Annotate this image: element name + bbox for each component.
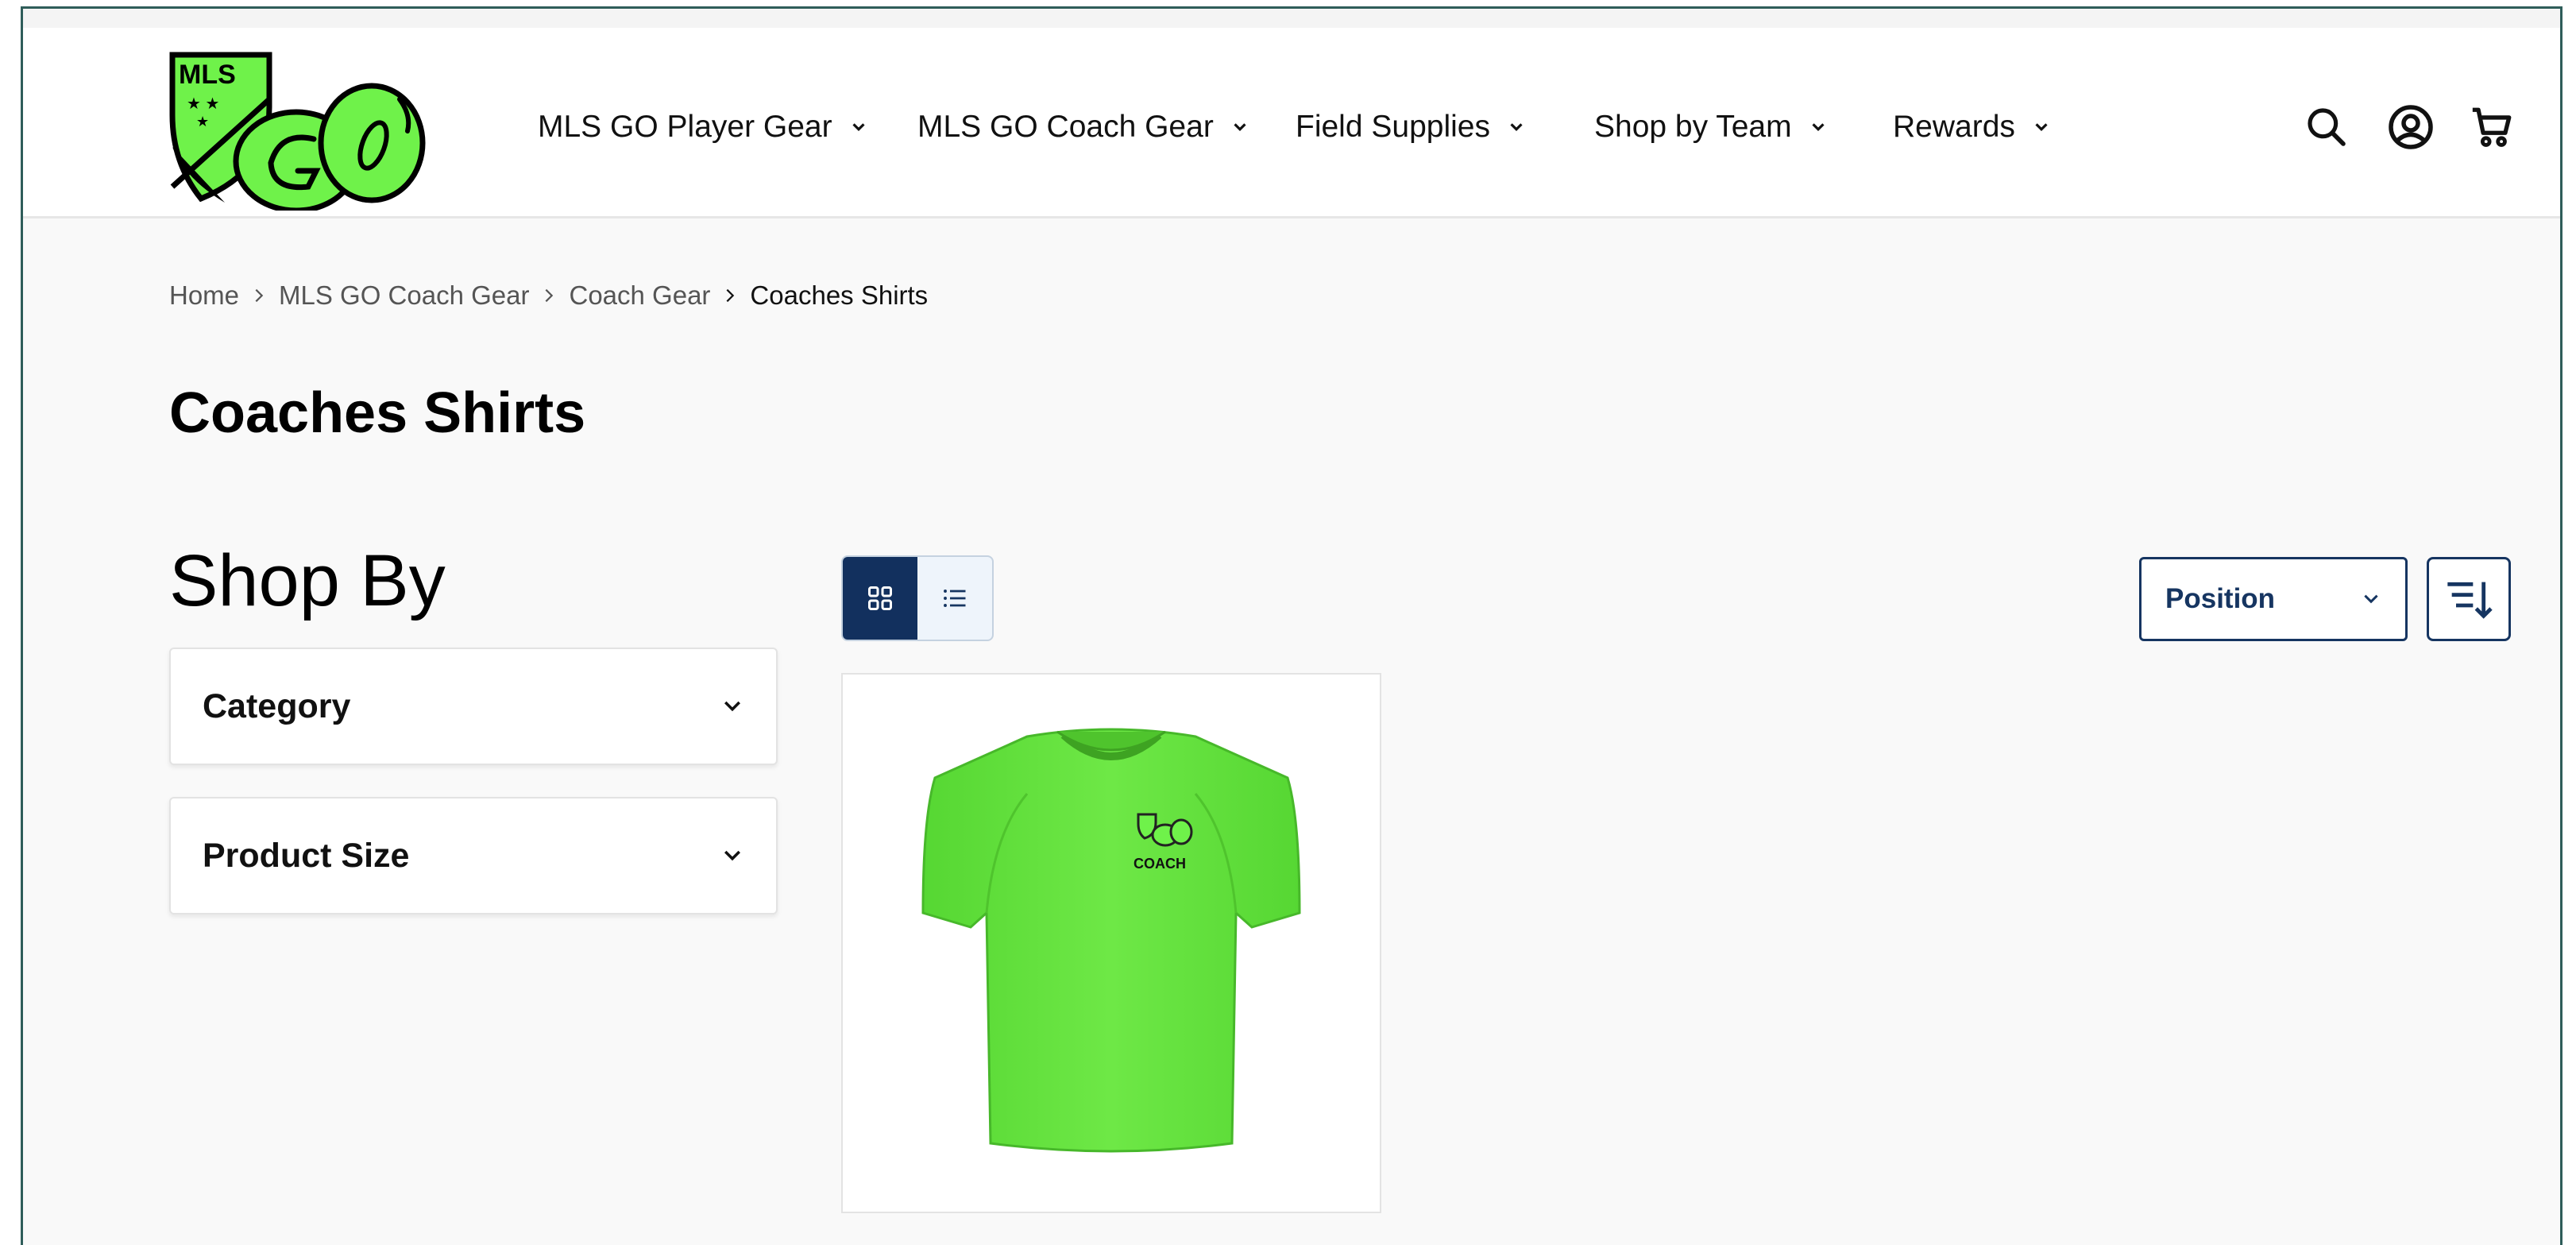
nav-item-label: Field Supplies [1296,110,1490,144]
breadcrumb-coach-gear-parent[interactable]: MLS GO Coach Gear [279,280,529,311]
sort-selected-value: Position [2165,583,2276,614]
sort-direction-button[interactable] [2427,557,2511,641]
account-button[interactable] [2387,103,2435,151]
nav-item-label: MLS GO Player Gear [538,110,832,144]
grid-view-button[interactable] [843,557,917,640]
nav-item-label: MLS GO Coach Gear [917,110,1214,144]
breadcrumb-coach-gear[interactable]: Coach Gear [569,280,710,311]
chevron-down-icon [1510,123,1523,132]
breadcrumb-home[interactable]: Home [169,280,239,311]
svg-text:COACH: COACH [1134,856,1186,872]
sort-by-select[interactable]: Position [2139,557,2408,641]
main-nav: MLS GO Player Gear MLS GO Coach Gear Fie… [23,28,2560,218]
page-frame: MLS ★ ★ ★ MLS GO Player Gear MLS GO Coac… [21,6,2562,1245]
grid-icon [868,586,892,610]
chevron-down-icon [724,850,740,861]
sort-descending-icon [2447,582,2493,619]
list-view-button[interactable] [917,557,992,640]
page-title: Coaches Shirts [169,381,586,445]
nav-item-field-supplies[interactable]: Field Supplies [1296,103,1525,151]
chevron-down-icon [1234,123,1246,132]
site-header: MLS ★ ★ ★ MLS GO Player Gear MLS GO Coac… [23,28,2560,218]
account-icon [2389,105,2433,149]
filter-label: Category [203,686,351,725]
chevron-down-icon [852,123,865,132]
chevron-right-icon [546,288,554,303]
shop-by-heading: Shop By [169,540,446,621]
chevron-down-icon [2364,594,2378,604]
green-coach-shirt-image: COACH [921,728,1301,1153]
chevron-right-icon [726,288,735,303]
product-card[interactable]: COACH [841,673,1381,1213]
breadcrumb: Home MLS GO Coach Gear Coach Gear Coache… [169,276,928,315]
top-strip [23,9,2560,28]
view-mode-toggle [841,555,994,641]
nav-item-label: Shop by Team [1594,110,1792,144]
cart-icon [2472,107,2512,147]
nav-item-player-gear[interactable]: MLS GO Player Gear [538,103,867,151]
search-button[interactable] [2303,103,2350,151]
chevron-down-icon [724,701,740,712]
filter-label: Product Size [203,836,410,875]
nav-item-rewards[interactable]: Rewards [1893,103,2050,151]
chevron-right-icon [255,288,264,303]
chevron-down-icon [2035,123,2048,132]
list-icon [944,590,966,607]
filter-category[interactable]: Category [169,648,778,765]
cart-button[interactable] [2468,103,2516,151]
nav-item-label: Rewards [1893,110,2015,144]
chevron-down-icon [1812,123,1825,132]
filter-product-size[interactable]: Product Size [169,797,778,914]
nav-item-coach-gear[interactable]: MLS GO Coach Gear [917,103,1249,151]
nav-item-shop-by-team[interactable]: Shop by Team [1594,103,1827,151]
search-icon [2308,108,2346,146]
breadcrumb-current: Coaches Shirts [750,280,929,310]
